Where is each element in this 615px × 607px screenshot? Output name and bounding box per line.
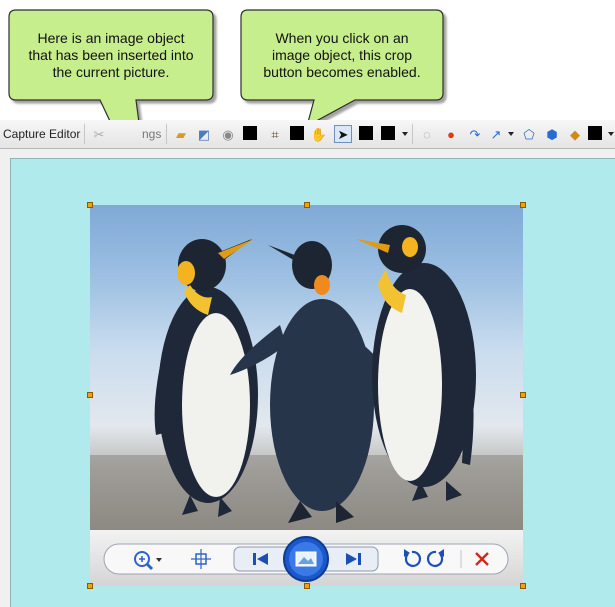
- capture-editor-tab[interactable]: Capture Editor: [3, 127, 80, 141]
- chevron-down-icon[interactable]: [608, 132, 614, 136]
- hand-pan-icon[interactable]: ✋: [310, 125, 328, 143]
- toolbar-swatch[interactable]: [359, 126, 373, 140]
- resize-handle-middle-right[interactable]: [520, 392, 526, 398]
- resize-handle-middle-left[interactable]: [87, 392, 93, 398]
- toolbar-swatch[interactable]: [588, 126, 602, 140]
- image-object[interactable]: [90, 205, 523, 586]
- curved-arrow-icon[interactable]: ↷: [466, 125, 484, 143]
- toolbar-separator: [412, 124, 413, 144]
- resize-handle-bottom-center[interactable]: [304, 583, 310, 589]
- speech-bubble-icon[interactable]: ◌: [418, 125, 436, 143]
- settings-tab-label[interactable]: ngs: [142, 127, 161, 141]
- right-callout-text: When you click on an image object, this …: [244, 30, 440, 81]
- polygon-icon[interactable]: ⬠: [520, 125, 538, 143]
- left-callout-line: Here is an image object: [37, 30, 185, 46]
- scissors-icon[interactable]: ✂: [90, 125, 108, 143]
- select-arrow-icon[interactable]: ➤: [334, 125, 352, 143]
- ellipse-icon[interactable]: ⬢: [543, 125, 561, 143]
- toolbar-swatch[interactable]: [381, 126, 395, 140]
- stamp-icon[interactable]: ●: [442, 125, 460, 143]
- left-callout-line: that has been inserted into: [28, 47, 194, 63]
- slideshow-icon[interactable]: [283, 536, 329, 582]
- resize-handle-bottom-right[interactable]: [520, 583, 526, 589]
- resize-handle-top-right[interactable]: [520, 202, 526, 208]
- folder-open-icon[interactable]: ▰: [172, 125, 190, 143]
- zoom-icon[interactable]: ◉: [219, 125, 237, 143]
- line-arrow-icon[interactable]: ↗: [487, 125, 505, 143]
- right-callout-line: When you click on an: [275, 30, 409, 46]
- chevron-down-icon[interactable]: [402, 132, 408, 136]
- crop-icon[interactable]: ⌗: [266, 125, 284, 143]
- fill-bucket-icon[interactable]: ◆: [566, 125, 584, 143]
- photo-viewer-controls: [90, 530, 523, 586]
- toolbar-separator: [166, 124, 167, 144]
- toolbar-swatch[interactable]: [290, 126, 304, 140]
- resize-handle-top-left[interactable]: [87, 202, 93, 208]
- penguins-photo: [90, 225, 523, 535]
- image-edit-icon[interactable]: ◩: [195, 125, 213, 143]
- left-callout-text: Here is an image object that has been in…: [12, 30, 210, 81]
- chevron-down-icon[interactable]: [508, 132, 514, 136]
- toolbar-separator: [84, 124, 85, 144]
- right-callout-line: button becomes enabled.: [263, 64, 421, 80]
- capture-editor-toolbar: Capture Editor ✂ ngs ▰ ◩ ◉ ⌗ ✋ ➤ ◌ ● ↷ ↗…: [0, 120, 615, 149]
- toolbar-swatch[interactable]: [243, 126, 257, 140]
- resize-handle-top-center[interactable]: [304, 202, 310, 208]
- resize-handle-bottom-left[interactable]: [87, 583, 93, 589]
- right-callout-line: image object, this crop: [271, 47, 413, 63]
- left-callout-line: the current picture.: [52, 64, 170, 80]
